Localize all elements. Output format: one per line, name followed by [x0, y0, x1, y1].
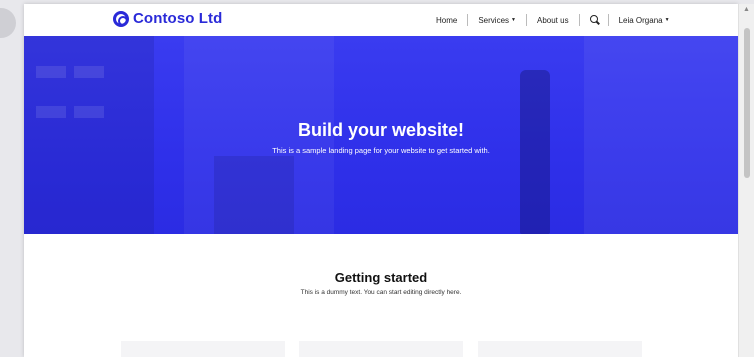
content-card[interactable] [299, 341, 463, 357]
hero-subtitle: This is a sample landing page for your w… [272, 146, 490, 155]
user-name: Leia Organa [618, 15, 663, 25]
nav-services[interactable]: Services ▼ [468, 16, 526, 25]
chevron-down-icon: ▼ [664, 17, 670, 24]
chevron-down-icon: ▼ [511, 17, 516, 24]
nav-about[interactable]: About us [527, 16, 579, 25]
hero-banner: Build your website! This is a sample lan… [24, 36, 738, 234]
top-navbar: Contoso Ltd Home Services ▼ About us Leia… [24, 4, 738, 36]
backdrop-circle [0, 8, 16, 38]
hero-building [214, 156, 294, 234]
section-title: Getting started [334, 270, 428, 285]
nav-home[interactable]: Home [426, 16, 467, 25]
nav-services-label: Services [478, 15, 510, 25]
hero-window [36, 66, 66, 78]
hero-window [74, 66, 104, 78]
search-icon [589, 15, 598, 23]
hero-window [74, 106, 104, 118]
nav-search[interactable] [580, 15, 608, 25]
hero-window [36, 106, 66, 118]
page-scrollbar[interactable]: ▲ [738, 4, 754, 357]
content-card[interactable] [478, 341, 642, 357]
section-subtitle: This is a dummy text. You can start edit… [300, 289, 462, 296]
brand-name: Contoso Ltd [133, 10, 223, 27]
nav-user-menu[interactable]: Leia Organa ▼ [609, 16, 680, 25]
scroll-up-icon[interactable]: ▲ [743, 6, 750, 13]
scroll-thumb[interactable] [744, 28, 750, 178]
content-card[interactable] [121, 341, 285, 357]
hero-title: Build your website! [297, 120, 465, 140]
browser-page: Contoso Ltd Home Services ▼ About us Leia… [24, 4, 738, 357]
brand[interactable]: Contoso Ltd [113, 10, 222, 27]
contoso-logo-icon [113, 10, 129, 27]
nav-links: Home Services ▼ About us Leia Organa ▼ [426, 14, 680, 26]
